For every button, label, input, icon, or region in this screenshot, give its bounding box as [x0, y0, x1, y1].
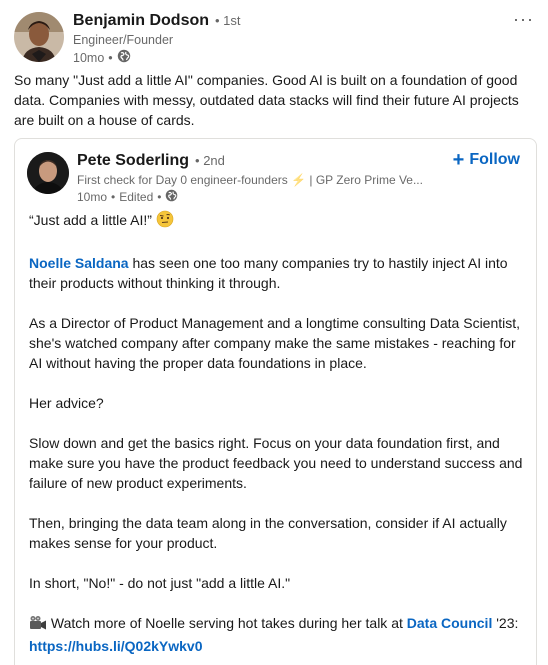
movie-camera-emoji [29, 615, 47, 636]
raised-eyebrow-emoji [156, 210, 174, 233]
avatar[interactable] [14, 12, 64, 62]
follow-button[interactable]: + Follow [453, 150, 520, 170]
paragraph: “Just add a little AI!” [29, 210, 529, 233]
post-header: Benjamin Dodson • 1st Engineer/Founder 1… [14, 12, 241, 66]
separator: • [157, 190, 162, 204]
paragraph: In short, "No!" - do not just "add a lit… [29, 575, 291, 591]
author-headline: Engineer/Founder [73, 33, 174, 47]
paragraph: As a Director of Product Management and … [29, 315, 521, 371]
plus-icon: + [452, 149, 465, 171]
connection-degree: • 1st [215, 13, 241, 28]
separator: • [108, 50, 113, 65]
separator: • [111, 190, 116, 204]
paragraph: Then, bringing the data team along in th… [29, 515, 507, 551]
paragraph: Slow down and get the basics right. Focu… [29, 435, 523, 491]
mention-link[interactable]: Data Council [407, 615, 493, 631]
edited-label: Edited [119, 190, 154, 204]
avatar[interactable] [27, 152, 69, 194]
paragraph: Watch more of Noelle serving hot takes d… [29, 613, 529, 656]
author-name[interactable]: Benjamin Dodson [73, 12, 209, 30]
paragraph-text: Watch more of Noelle serving hot takes d… [47, 615, 407, 631]
connection-degree: • 2nd [195, 153, 225, 168]
globe-icon [165, 189, 178, 205]
repost-header: Pete Soderling • 2nd First check for Day… [27, 152, 423, 205]
follow-label: Follow [469, 151, 520, 168]
post-time: 10mo [73, 50, 105, 65]
post-time: 10mo [77, 190, 108, 204]
paragraph: Her advice? [29, 395, 104, 411]
url-link[interactable]: https://hubs.li/Q02kYwkv0 [29, 638, 203, 654]
paragraph-text: '23: [492, 615, 519, 631]
reposted-post-card[interactable]: Pete Soderling • 2nd First check for Day… [14, 138, 537, 665]
author-headline: First check for Day 0 engineer-founders … [77, 173, 423, 187]
post-text: So many "Just add a little AI" companies… [14, 72, 519, 128]
paragraph: Noelle Saldana has seen one too many com… [29, 253, 529, 293]
mention-link[interactable]: Noelle Saldana [29, 255, 129, 271]
author-name[interactable]: Pete Soderling [77, 152, 189, 170]
globe-icon [117, 49, 131, 66]
more-options-icon[interactable]: ··· [513, 10, 534, 28]
quote-text: “Just add a little AI!” [29, 212, 152, 228]
repost-body: “Just add a little AI!” Noelle Saldana h… [29, 210, 529, 665]
